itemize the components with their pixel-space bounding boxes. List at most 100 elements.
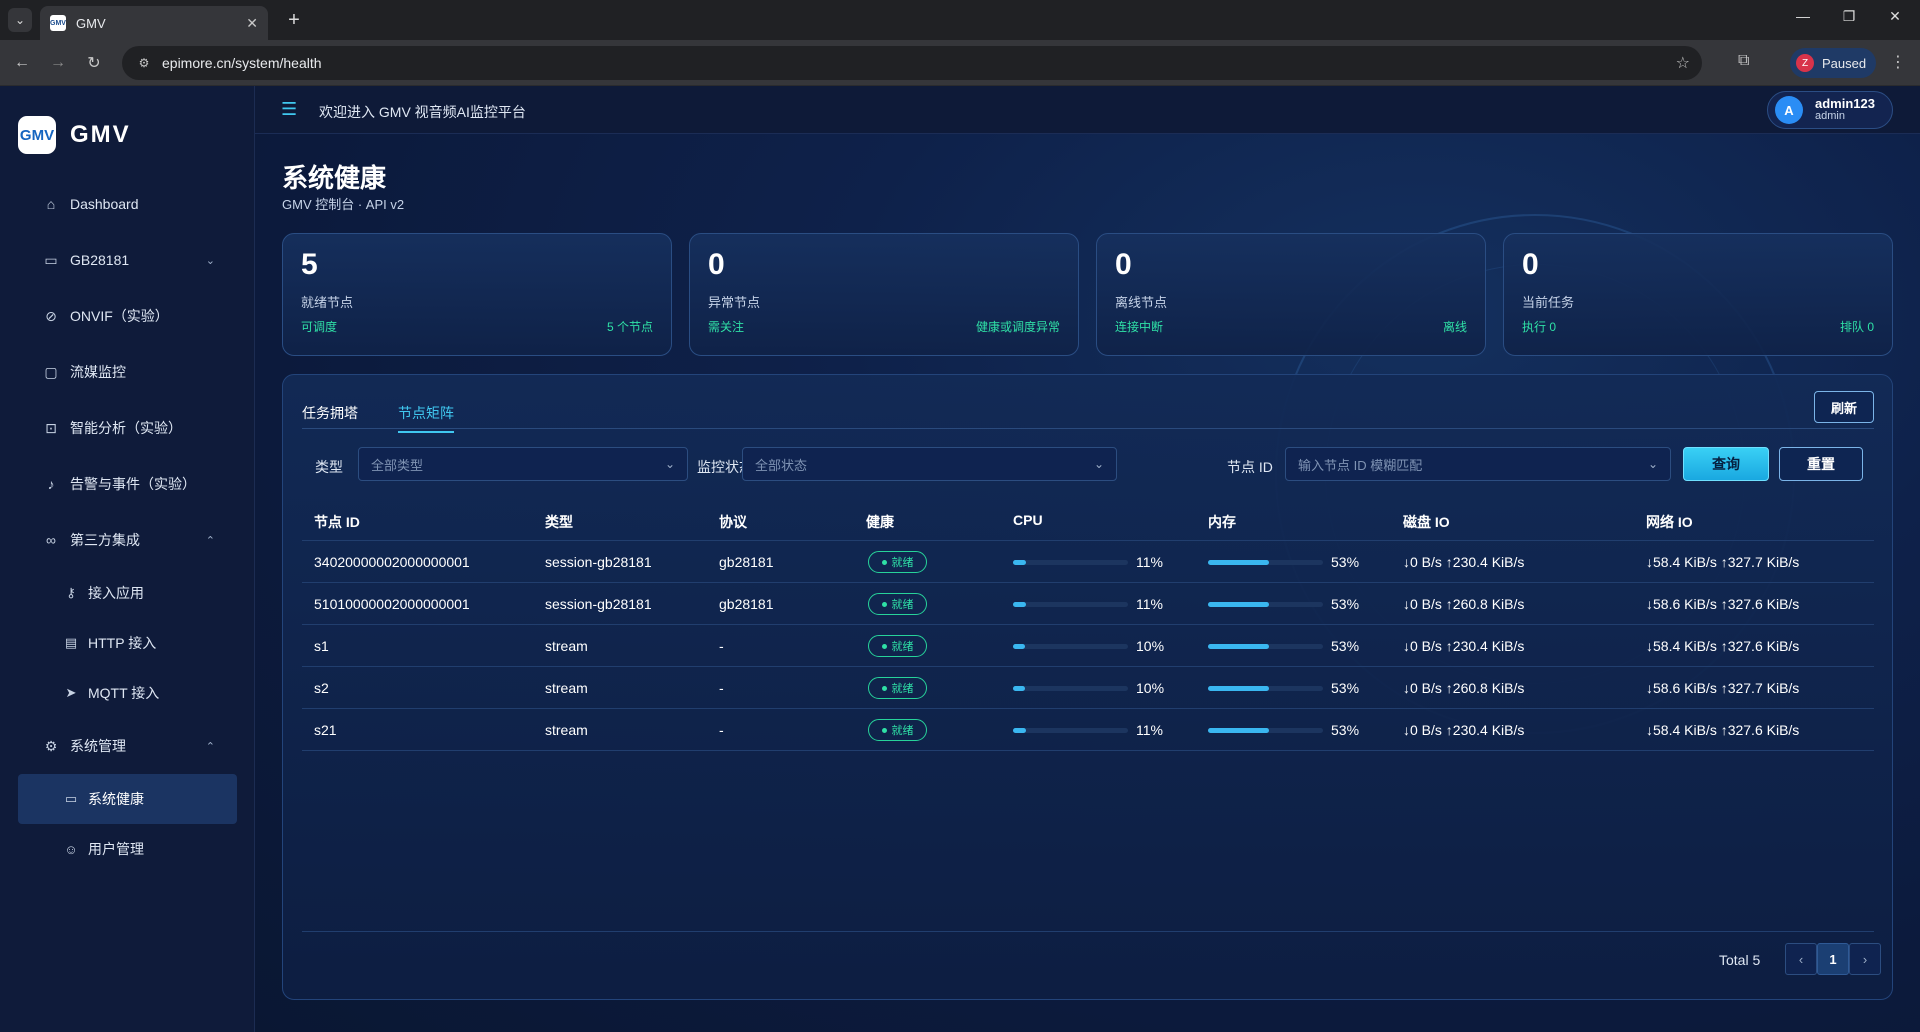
node-id: s21 — [314, 722, 337, 738]
top-header: ☰ 欢迎进入 GMV 视音频AI监控平台 A admin123 admin — [255, 86, 1920, 134]
stat-label: 异常节点 — [708, 295, 761, 310]
type-select[interactable]: 全部类型 ⌄ — [358, 447, 688, 481]
bookmark-star-icon[interactable]: ☆ — [1676, 53, 1690, 73]
browser-tab[interactable]: GMV GMV ✕ — [40, 6, 268, 40]
sidebar-item-system-health[interactable]: ▭ 系统健康 — [18, 774, 237, 824]
sidebar-item-dashboard[interactable]: ⌂ Dashboard — [18, 176, 237, 232]
sidebar-item-system[interactable]: ⚙ 系统管理 ⌃ — [18, 718, 237, 774]
query-button[interactable]: 查询 — [1683, 447, 1769, 481]
stat-value: 0 — [708, 248, 725, 281]
next-page-button[interactable]: › — [1849, 943, 1881, 975]
status-placeholder: 全部状态 — [755, 457, 808, 473]
forward-icon[interactable]: → — [46, 51, 70, 75]
browser-menu-icon[interactable]: ⋮ — [1890, 52, 1906, 72]
tab-search-icon[interactable]: ⌄ — [8, 8, 32, 32]
refresh-button[interactable]: 刷新 — [1814, 391, 1874, 423]
node-protocol: - — [719, 680, 724, 696]
sidebar-item-third-party[interactable]: ∞ 第三方集成 ⌃ — [18, 512, 237, 568]
disk-io: ↓0 B/s ↑260.8 KiB/s — [1403, 680, 1525, 696]
menu-toggle-icon[interactable]: ☰ — [281, 99, 297, 120]
table-row[interactable]: s1 stream - 就绪 10% 53% ↓0 B/s ↑230.4 KiB… — [302, 625, 1874, 667]
disk-io: ↓0 B/s ↑230.4 KiB/s — [1403, 722, 1525, 738]
node-table: 节点 ID 类型 协议 健康 CPU 内存 磁盘 IO 网络 IO 340200… — [302, 499, 1874, 751]
stat-note: 执行 0 — [1522, 320, 1557, 334]
avatar: A — [1775, 96, 1803, 124]
table-row[interactable]: 51010000002000000001 session-gb28181 gb2… — [302, 583, 1874, 625]
tab-close-icon[interactable]: ✕ — [246, 15, 258, 32]
url-field[interactable]: ⚙ epimore.cn/system/health ☆ — [122, 46, 1702, 80]
sidebar-item-ai-analysis[interactable]: ⊡ 智能分析（实验） — [18, 400, 237, 456]
user-name: admin123 — [1815, 96, 1875, 111]
user-menu[interactable]: A admin123 admin — [1767, 91, 1893, 129]
cpu-bar-fill — [1013, 686, 1025, 691]
sidebar-item-stream-monitor[interactable]: ▢ 流媒监控 — [18, 344, 237, 400]
column-header: 类型 — [545, 514, 573, 530]
network-io: ↓58.4 KiB/s ↑327.6 KiB/s — [1646, 638, 1800, 654]
table-row[interactable]: s21 stream - 就绪 11% 53% ↓0 B/s ↑230.4 Ki… — [302, 709, 1874, 751]
column-header: 健康 — [866, 514, 894, 530]
memory-bar-fill — [1208, 602, 1269, 607]
chevron-down-icon: ⌄ — [205, 254, 215, 267]
cpu-bar — [1013, 728, 1128, 733]
node-id-input[interactable]: 输入节点 ID 模糊匹配 ⌄ — [1285, 447, 1671, 481]
sidebar-item-alarms[interactable]: ♪ 告警与事件（实验） — [18, 456, 237, 512]
minimize-icon[interactable]: — — [1788, 8, 1818, 24]
column-header: 内存 — [1208, 514, 1236, 530]
status-text: 就绪 — [891, 683, 914, 695]
stat-value: 0 — [1522, 248, 1539, 281]
sidebar-item-label: 接入应用 — [88, 585, 144, 601]
stat-card-offline: 0 离线节点 连接中断 离线 — [1096, 233, 1486, 356]
filter-bar: 类型 全部类型 ⌄ 监控状态 全部状态 ⌄ 节点 ID 输入节点 ID 模糊匹配… — [302, 447, 1874, 483]
sidebar-item-label: 用户管理 — [88, 841, 144, 857]
status-badge: 就绪 — [868, 593, 927, 615]
status-badge: 就绪 — [868, 635, 927, 657]
profile-status: Paused — [1822, 55, 1867, 71]
sidebar-item-gb28181[interactable]: ▭ GB28181 ⌄ — [18, 232, 237, 288]
stat-card-ready: 5 就绪节点 可调度 5 个节点 — [282, 233, 672, 356]
status-select[interactable]: 全部状态 ⌄ — [742, 447, 1117, 481]
prev-page-button[interactable]: ‹ — [1785, 943, 1817, 975]
extensions-icon[interactable]: ⧉ — [1738, 52, 1749, 70]
node-protocol: - — [719, 638, 724, 654]
tab-task-congestion[interactable]: 任务拥塔 — [302, 403, 358, 431]
memory-value: 53% — [1331, 638, 1360, 654]
cpu-value: 11% — [1136, 722, 1163, 738]
pagination-total: Total 5 — [1719, 952, 1761, 968]
page-number-button[interactable]: 1 — [1817, 943, 1849, 975]
node-type: session-gb28181 — [545, 554, 652, 570]
table-row[interactable]: 34020000002000000001 session-gb28181 gb2… — [302, 541, 1874, 583]
tab-node-matrix[interactable]: 节点矩阵 — [398, 403, 454, 433]
main-content: 系统健康 GMV 控制台 · API v2 5 就绪节点 可调度 5 个节点 0… — [255, 134, 1920, 1032]
sidebar-item-onvif[interactable]: ⊘ ONVIF（实验） — [18, 288, 237, 344]
sidebar-item-users[interactable]: ☺ 用户管理 — [18, 824, 237, 874]
new-tab-icon[interactable]: + — [282, 8, 306, 32]
sidebar-item-http[interactable]: ▤ HTTP 接入 — [18, 618, 237, 668]
reset-button[interactable]: 重置 — [1779, 447, 1863, 481]
column-header: 节点 ID — [314, 514, 360, 530]
sidebar-item-label: 流媒监控 — [70, 364, 126, 380]
table-row[interactable]: s2 stream - 就绪 10% 53% ↓0 B/s ↑260.8 KiB… — [302, 667, 1874, 709]
profile-button[interactable]: Z Paused — [1790, 48, 1876, 78]
stat-note: 5 个节点 — [606, 320, 653, 334]
logo[interactable]: GMV GMV — [18, 116, 131, 154]
reload-icon[interactable]: ↻ — [82, 51, 106, 75]
sidebar-item-label: HTTP 接入 — [88, 635, 157, 651]
cpu-bar-fill — [1013, 728, 1026, 733]
user-meta: admin123 admin — [1815, 97, 1875, 123]
sidebar-item-label: 智能分析（实验） — [70, 420, 182, 436]
home-icon: ⌂ — [46, 196, 56, 212]
send-icon: ➤ — [65, 685, 77, 700]
restore-icon[interactable]: ❐ — [1834, 8, 1864, 25]
back-icon[interactable]: ← — [10, 51, 34, 75]
url-text: epimore.cn/system/health — [162, 55, 322, 71]
node-protocol: gb28181 — [719, 554, 774, 570]
sidebar-item-label: MQTT 接入 — [88, 685, 160, 701]
node-id: 51010000002000000001 — [314, 596, 470, 612]
sidebar-item-mqtt[interactable]: ➤ MQTT 接入 — [18, 668, 237, 718]
site-info-icon[interactable]: ⚙ — [136, 55, 152, 71]
sidebar-item-access-apps[interactable]: ⚷ 接入应用 — [18, 568, 237, 618]
close-window-icon[interactable]: ✕ — [1880, 8, 1910, 25]
stat-label: 离线节点 — [1115, 295, 1168, 310]
column-header: CPU — [1013, 512, 1043, 528]
memory-bar-fill — [1208, 644, 1269, 649]
